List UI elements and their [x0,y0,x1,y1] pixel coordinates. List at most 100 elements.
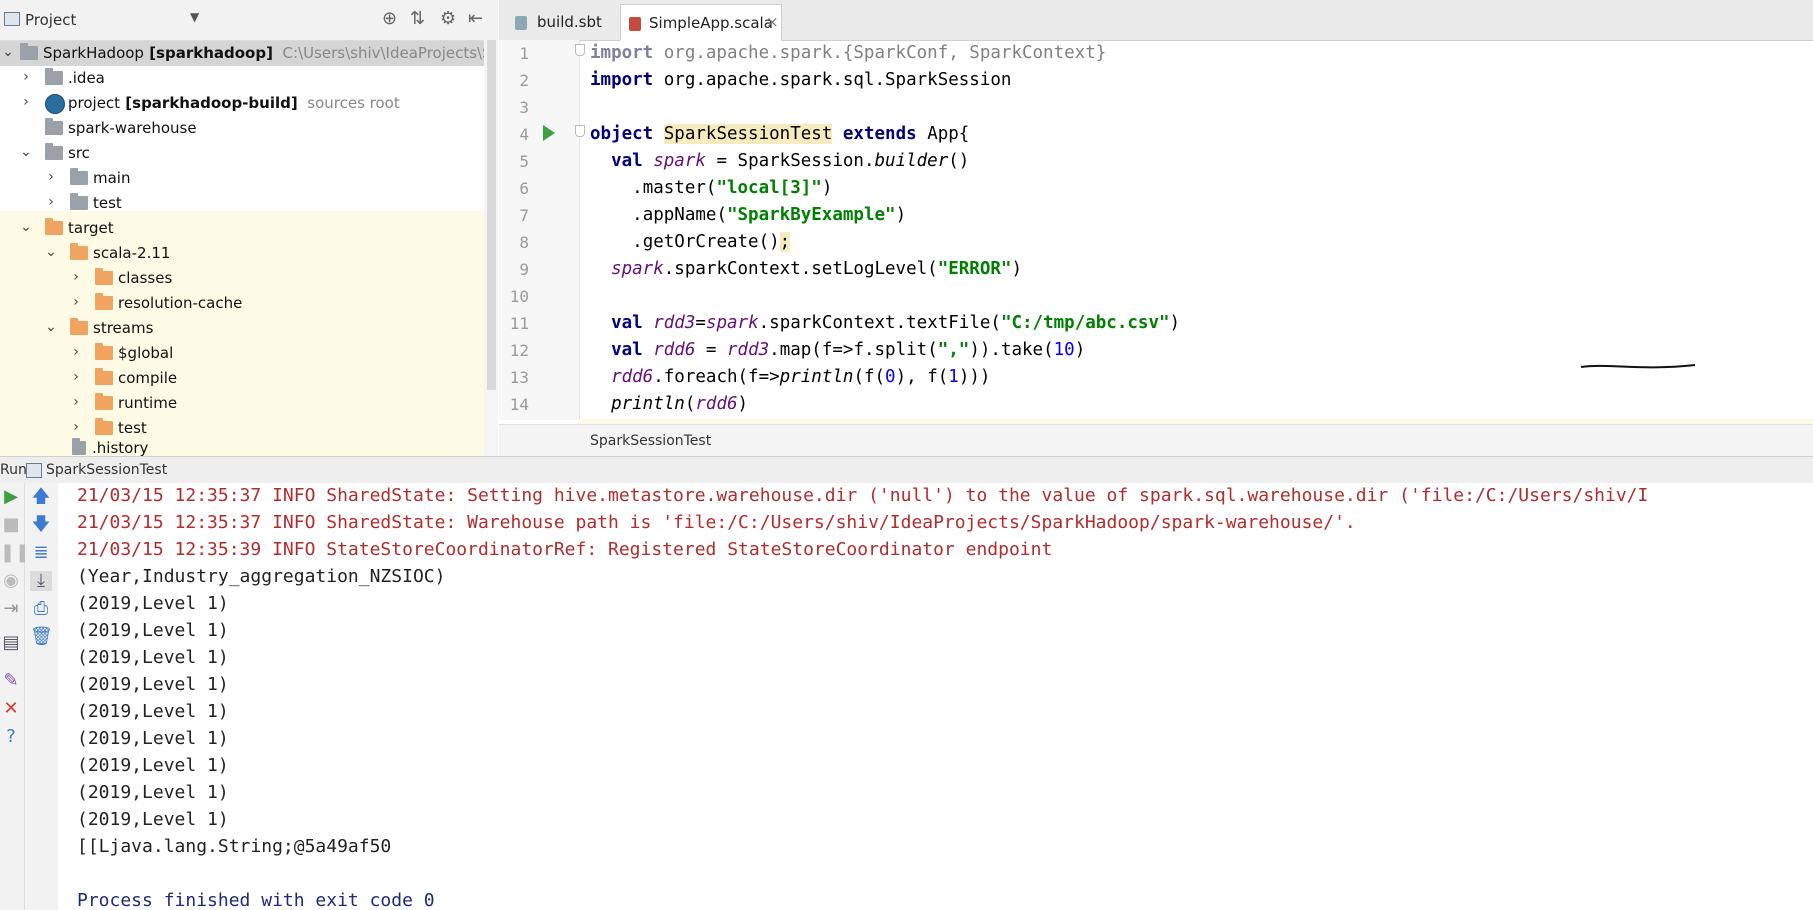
chevron-right-icon[interactable]: › [20,94,32,110]
string-literal: "C:/tmp/abc.csv" [1000,313,1170,333]
console-line: (2019,Level 1) [77,701,229,722]
run-gutter-icon[interactable] [543,125,555,141]
code-line-5: val spark = SparkSession.builder() [590,148,969,175]
console-line: (2019,Level 1) [77,620,229,641]
line-number: 1 [519,44,529,63]
pause-icon[interactable]: ❚❚ [0,543,30,563]
chevron-down-icon[interactable]: ⌄ [20,144,32,160]
project-panel-title[interactable]: Project [25,11,76,29]
print-icon[interactable]: ⎙ [30,599,52,619]
keyword: val [611,151,643,171]
chevron-down-icon[interactable]: ⌄ [45,319,57,335]
editor-tab-bar: build.sbt SimpleApp.scala × [499,0,1813,41]
identifier: spark [611,259,664,279]
tab-simpleapp-scala[interactable]: SimpleApp.scala × [620,4,782,41]
tree-item-label: test [118,419,147,437]
chevron-right-icon[interactable]: › [20,69,32,85]
scala-file-icon [629,17,641,31]
line-number: 14 [509,395,529,414]
camera-icon[interactable]: ◉ [0,571,22,591]
chevron-down-icon[interactable]: ⌄ [2,44,14,60]
close-icon[interactable]: × [766,13,779,31]
arrow-up-icon[interactable]: 🡅 [30,487,52,507]
code-text: org.apache.spark.sql.SparkSession [653,70,1012,90]
chevron-right-icon[interactable]: › [70,344,82,360]
tree-item-label: compile [118,369,178,387]
line-number: 13 [509,368,529,387]
hide-panel-icon[interactable]: ⇤ [468,8,483,29]
code-text: ))) [958,367,991,387]
chevron-right-icon[interactable]: › [70,369,82,385]
help-icon[interactable]: ? [0,727,22,747]
identifier: rdd3 [727,340,770,360]
run-toolbar-secondary: 🡅 🡇 ≣ ⤓ ⎙ 🗑 [25,483,59,910]
chevron-down-icon[interactable]: ⌄ [45,244,57,260]
exit-icon[interactable]: ⇥ [0,599,22,619]
target-icon[interactable]: ⊕ [382,8,397,29]
module-folder-icon [20,43,38,60]
trash-icon[interactable]: 🗑 [30,627,53,647]
stop-icon[interactable]: ■ [0,515,22,535]
pin-icon[interactable]: ✎ [0,671,22,691]
chevron-right-icon[interactable]: › [45,169,57,185]
chevron-right-icon[interactable]: › [70,419,82,435]
rerun-icon[interactable]: ▶ [0,487,22,507]
number-literal: 1 [948,367,959,387]
console-line: [[Ljava.lang.String;@5a49af50 [77,836,392,857]
layout-icon[interactable]: ▤ [0,633,22,653]
method: println [611,394,685,414]
code-text: org.apache.spark.{SparkConf, SparkContex… [653,43,1107,63]
line-number: 10 [509,287,529,306]
code-line-12: val rdd6 = rdd3.map(f=>f.split(",")).tak… [590,337,1085,364]
chevron-right-icon[interactable]: › [70,294,82,310]
keyword: object [590,124,654,144]
run-panel-header: Run SparkSessionTest [0,456,1813,484]
code-text: ) [821,178,833,198]
method: println [779,367,854,387]
console-output[interactable]: 21/03/15 12:35:37 INFO SharedState: Sett… [58,483,1813,910]
tree-item-label: resolution-cache [118,294,243,312]
run-toolbar-primary: ▶ ■ ❚❚ ◉ ⇥ ▤ ✎ ✕ ? [0,483,30,910]
breadcrumb: SparkSessionTest [499,424,1813,457]
gear-icon[interactable]: ⚙ [440,8,456,29]
run-tab-label[interactable]: SparkSessionTest [46,462,167,478]
chevron-down-icon[interactable]: ▼ [190,10,199,24]
tab-build-sbt[interactable]: build.sbt [507,4,619,39]
line-number: 12 [509,341,529,360]
identifier: rdd6 [653,340,696,360]
breadcrumb-item[interactable]: SparkSessionTest [590,433,711,449]
scroll-to-end-icon[interactable]: ⤓ [30,571,52,591]
identifier: spark [653,151,706,171]
excluded-folder-icon [95,293,113,310]
fold-icon[interactable] [575,44,585,56]
chevron-down-icon[interactable]: ⌄ [20,219,32,235]
tree-item-module-name: [sparkhadoop] [143,44,273,62]
folder-icon [70,193,88,210]
excluded-folder-icon [95,368,113,385]
close-icon[interactable]: ✕ [0,699,22,719]
excluded-folder-icon [95,418,113,435]
arrow-down-icon[interactable]: 🡇 [30,515,52,535]
collapse-all-icon[interactable]: ⇅ [410,8,425,29]
line-number: 4 [519,125,529,144]
console-line-exit: Process finished with exit code 0 [77,890,435,910]
keyword: extends [842,124,917,144]
soft-wrap-icon[interactable]: ≣ [30,543,52,563]
tree-item-label: project [68,94,121,112]
line-number-gutter: 1 2 3 4 5 6 7 8 9 10 11 12 13 14 [499,40,585,420]
scrollbar-thumb[interactable] [487,40,496,390]
chevron-right-icon[interactable]: › [70,269,82,285]
code-text: )).take( [969,340,1054,360]
string-literal: "ERROR" [937,259,1012,279]
semicolon: ; [779,232,791,252]
fold-icon[interactable] [575,125,585,137]
object-name: SparkSessionTest [663,124,833,144]
chevron-right-icon[interactable]: › [45,194,57,210]
code-text: ) [737,394,749,414]
run-panel-label: Run [0,462,27,478]
tree-scrollbar[interactable] [484,40,498,456]
sbt-file-icon [515,16,527,30]
code-text: ( [684,394,696,414]
chevron-right-icon[interactable]: › [70,394,82,410]
tree-item-sparkhadoop[interactable]: ⌄ SparkHadoop [sparkhadoop] C:\Users\shi… [0,41,498,66]
